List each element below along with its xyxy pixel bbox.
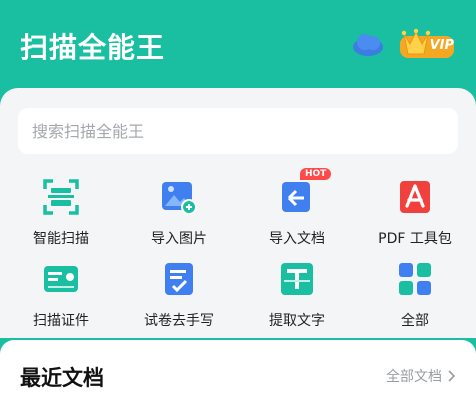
import-doc-icon: HOT: [278, 168, 332, 216]
tool-label: 全部: [401, 313, 429, 329]
tool-id-scan[interactable]: 扫描证件: [6, 260, 116, 340]
tool-label: 提取文字: [269, 313, 325, 329]
tool-label: 智能扫描: [33, 231, 89, 247]
cloud-sync-button[interactable]: [350, 30, 386, 58]
extract-text-icon: [278, 260, 316, 298]
tool-label: 导入文档: [269, 231, 325, 247]
tool-remove-handwriting[interactable]: 试卷去手写: [124, 260, 234, 340]
recent-docs-title: 最近文档: [20, 366, 104, 390]
tool-import-image[interactable]: 导入图片: [124, 178, 234, 258]
search-box[interactable]: [18, 108, 458, 154]
vip-label: VIP: [429, 38, 454, 53]
main-panel: 智能扫描 导入图片: [0, 88, 476, 338]
remove-handwriting-icon: [160, 260, 198, 298]
all-apps-icon: [396, 260, 434, 298]
tool-label: 导入图片: [151, 231, 207, 247]
all-docs-label: 全部文档: [386, 369, 442, 385]
chevron-right-icon: [448, 370, 456, 382]
tool-label: 扫描证件: [33, 313, 89, 329]
recent-docs-section: 最近文档 全部文档: [0, 340, 476, 417]
tool-import-doc[interactable]: HOT 导入文档: [242, 168, 352, 258]
tool-label: PDF 工具包: [378, 231, 452, 247]
tool-smart-scan[interactable]: 智能扫描: [6, 178, 116, 258]
app-window: 扫描全能王 VIP 搜索扫描全能王 智能扫描 导入图片 HOT 导入文档 PDF…: [0, 0, 476, 417]
pdf-toolkit-icon: [396, 178, 434, 216]
tool-extract-text[interactable]: 提取文字: [242, 260, 352, 340]
smart-scan-icon: [42, 178, 80, 216]
cloud-icon: [353, 34, 383, 56]
import-image-icon: [160, 178, 198, 216]
search-input[interactable]: [18, 108, 458, 154]
vip-button[interactable]: VIP: [398, 24, 458, 64]
id-card-scan-icon: [42, 260, 80, 298]
tool-label: 试卷去手写: [144, 313, 214, 329]
tool-all[interactable]: 全部: [360, 260, 470, 340]
hot-badge: HOT: [300, 168, 332, 180]
all-docs-link[interactable]: 全部文档: [386, 366, 456, 386]
tool-pdf-toolkit[interactable]: PDF 工具包: [360, 178, 470, 258]
app-header: 扫描全能王 VIP: [0, 0, 476, 90]
app-title: 扫描全能王: [20, 31, 166, 64]
